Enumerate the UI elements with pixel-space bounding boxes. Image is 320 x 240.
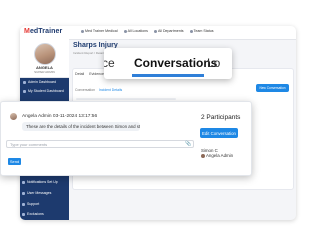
- top-menu-team-status[interactable]: Team Status: [190, 29, 214, 33]
- edit-conversation-button[interactable]: Edit Conversation: [200, 128, 238, 138]
- zoom-tab-conversations[interactable]: Conversations: [134, 56, 217, 70]
- sidebar-item-support[interactable]: Support: [22, 202, 39, 206]
- participant-avatar: [201, 153, 205, 158]
- zoom-tab-next[interactable]: Lo: [207, 56, 220, 70]
- zoom-tab-evidence[interactable]: ce: [104, 56, 115, 70]
- sidebar-item-exclusions[interactable]: Exclusions: [22, 212, 44, 216]
- sidebar-item-notifications[interactable]: Notifications Set Up: [22, 180, 58, 184]
- sidebar-item-student-dashboard[interactable]: My Student Dashboard: [20, 87, 69, 95]
- sidebar-item-label: Support: [27, 202, 40, 206]
- tab-detail[interactable]: Detail: [75, 72, 84, 77]
- top-menu-locations[interactable]: All Locations: [124, 29, 148, 33]
- medtrainer-logo[interactable]: MedTrainer: [24, 28, 62, 35]
- conversation-dropdown[interactable]: Incident Details: [99, 88, 122, 92]
- sidebar-item-label: User Messages: [27, 191, 52, 195]
- profile-card: ANGELA SUPER ADMIN: [20, 39, 69, 78]
- sidebar-item-label: Notifications Set Up: [27, 180, 58, 184]
- message-icon: [22, 191, 25, 195]
- sidebar-item-label: My Student Dashboard: [28, 89, 64, 93]
- bell-icon: [22, 180, 25, 184]
- top-menu: Med Trainer Medical All Locations All De…: [81, 29, 214, 33]
- block-icon: [22, 212, 25, 216]
- dashboard-icon: [23, 89, 26, 93]
- top-menu-departments[interactable]: All Departments: [154, 29, 184, 33]
- new-conversation-button[interactable]: New Conversation: [256, 84, 289, 92]
- sidebar-item-admin-dashboard[interactable]: Admin Dashboard: [20, 78, 69, 86]
- top-menu-organization[interactable]: Med Trainer Medical: [81, 29, 118, 33]
- tab-evidence[interactable]: Evidence: [89, 72, 104, 77]
- sidebar-item-label: Exclusions: [27, 212, 44, 216]
- active-tab-indicator: [132, 74, 204, 77]
- message-author: Angela Admin 03-11-2024 13:17:56: [22, 114, 98, 119]
- help-icon: [22, 202, 25, 206]
- top-bar: MedTrainer Med Trainer Medical All Locat…: [20, 26, 296, 40]
- profile-role: SUPER ADMIN: [34, 70, 55, 74]
- sidebar-item-messages[interactable]: User Messages: [22, 191, 51, 195]
- paperclip-icon[interactable]: 📎: [185, 141, 191, 147]
- comment-input[interactable]: Type your comments: [6, 140, 194, 148]
- message-bubble: These are the details of the incident be…: [22, 122, 140, 131]
- participant-name: Angela Admin: [206, 153, 234, 158]
- conversation-selector: Conversation Incident Details: [75, 88, 122, 92]
- dashboard-icon: [23, 80, 26, 84]
- conversation-label: Conversation: [75, 88, 95, 92]
- sidebar-item-label: Admin Dashboard: [28, 80, 57, 84]
- participants-count: 2 Participants: [201, 114, 241, 121]
- logo-text: edTrainer: [29, 28, 63, 35]
- conversation-panel: [0, 101, 252, 176]
- send-button[interactable]: Send: [8, 158, 21, 165]
- tab-zoom-callout: ce Conversations Lo: [104, 48, 232, 79]
- avatar[interactable]: [34, 43, 56, 65]
- message-avatar: [10, 113, 17, 120]
- participant-entry: Angela Admin: [201, 153, 233, 158]
- placeholder-line: [76, 98, 176, 100]
